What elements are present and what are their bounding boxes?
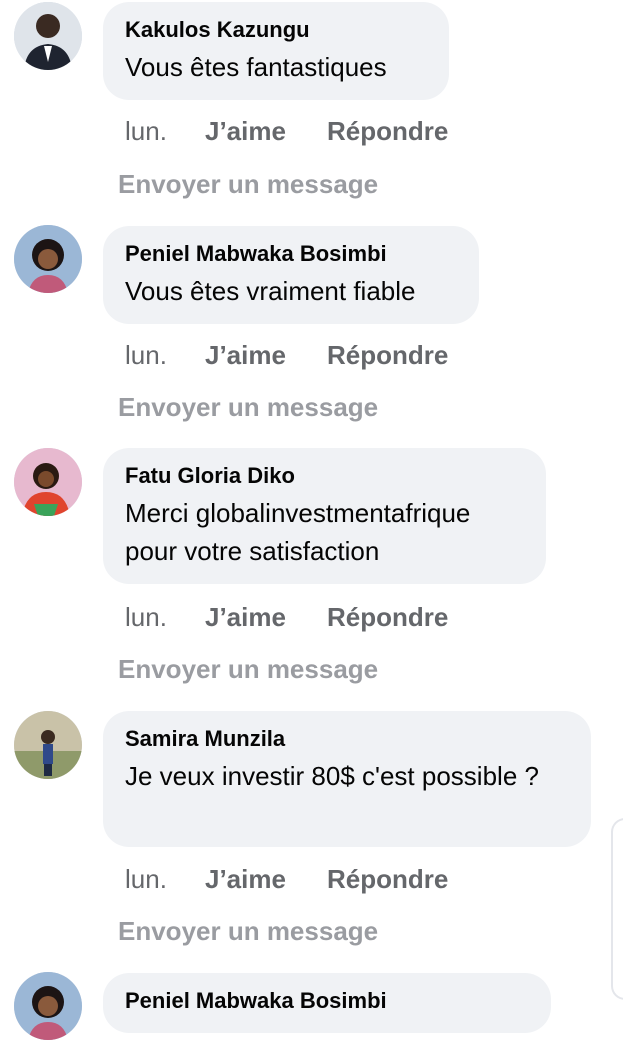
comment-text: Vous êtes fantastiques [125,52,387,82]
like-button[interactable]: J’aime [205,862,327,896]
comment-actions: lun. J’aime Répondre [125,600,448,634]
comment-timestamp[interactable]: lun. [125,862,205,896]
comment-bubble[interactable]: Kakulos Kazungu Vous êtes fantastiques [103,2,449,100]
avatar[interactable] [14,711,82,779]
avatar-woman-icon [14,972,82,1040]
comment-author[interactable]: Fatu Gloria Diko [125,462,524,490]
comment-text: Je veux investir 80$ c'est possible ? [125,761,539,791]
comment-text: Merci globalinvestmentafrique pour votre… [125,498,471,566]
send-message-link[interactable]: Envoyer un message [118,652,378,686]
comment-actions: lun. J’aime Répondre [125,862,448,896]
reply-button[interactable]: Répondre [327,862,448,896]
like-button[interactable]: J’aime [205,338,327,372]
comment-text: Vous êtes vraiment fiable [125,276,416,306]
comment-author[interactable]: Samira Munzila [125,725,569,753]
comment-bubble[interactable]: Fatu Gloria Diko Merci globalinvestmenta… [103,448,546,584]
comment-bubble[interactable]: Samira Munzila Je veux investir 80$ c'es… [103,711,591,847]
like-button[interactable]: J’aime [205,600,327,634]
send-message-link[interactable]: Envoyer un message [118,914,378,948]
comment-timestamp[interactable]: lun. [125,600,205,634]
avatar[interactable] [14,448,82,516]
reply-button[interactable]: Répondre [327,114,448,148]
comment-author[interactable]: Peniel Mabwaka Bosimbi [125,240,457,268]
comment-author[interactable]: Peniel Mabwaka Bosimbi [125,987,529,1015]
avatar[interactable] [14,972,82,1040]
avatar[interactable] [14,225,82,293]
reply-button[interactable]: Répondre [327,600,448,634]
comment-actions: lun. J’aime Répondre [125,338,448,372]
send-message-link[interactable]: Envoyer un message [118,390,378,424]
side-panel-edge [611,818,623,1000]
avatar-outdoor-photo-icon [14,711,82,779]
like-button[interactable]: J’aime [205,114,327,148]
reply-button[interactable]: Répondre [327,338,448,372]
avatar[interactable] [14,2,82,70]
avatar-woman-colorful-icon [14,448,82,516]
comment-bubble[interactable]: Peniel Mabwaka Bosimbi [103,973,551,1033]
avatar-woman-icon [14,225,82,293]
comment-timestamp[interactable]: lun. [125,114,205,148]
avatar-man-suit-icon [14,2,82,70]
comment-author[interactable]: Kakulos Kazungu [125,16,427,44]
comment-actions: lun. J’aime Répondre [125,114,448,148]
comment-bubble[interactable]: Peniel Mabwaka Bosimbi Vous êtes vraimen… [103,226,479,324]
comment-timestamp[interactable]: lun. [125,338,205,372]
send-message-link[interactable]: Envoyer un message [118,167,378,201]
